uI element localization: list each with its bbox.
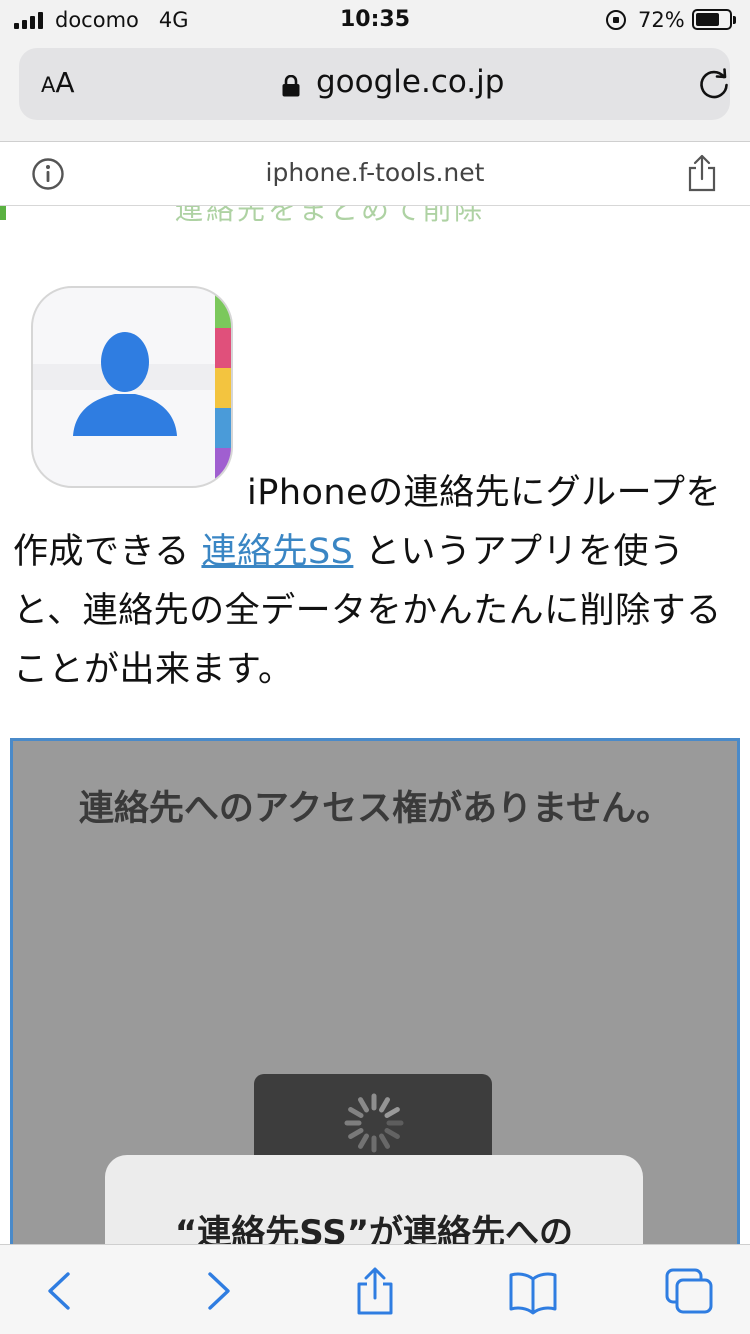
spinner-spoke [348,1107,364,1118]
share-icon[interactable] [350,1267,400,1315]
site-host[interactable]: iphone.f-tools.net [0,158,750,187]
spinner-spoke [379,1097,390,1113]
spinner-icon [344,1093,404,1153]
bookmarks-icon[interactable] [508,1267,558,1315]
article-paragraph: iPhoneの連絡先にグループを作成できる 連絡先SS というアプリを使うと、連… [13,473,722,690]
lock-icon [282,75,300,97]
battery-fill [696,13,719,26]
contacts-app-icon [31,286,233,488]
access-message: 連絡先へのアクセス権がありません。 [78,789,672,829]
status-bar: docomo 4G 10:35 72% [0,0,750,40]
spinner-spoke [348,1128,364,1139]
site-info-bar: iphone.f-tools.net [0,143,750,206]
share-icon[interactable] [686,153,718,193]
address-field[interactable]: AA google.co.jp [19,48,730,120]
battery-icon [692,9,736,30]
rotation-lock-icon [606,10,626,30]
url-text[interactable]: google.co.jp [316,64,504,100]
reload-icon[interactable] [697,68,731,102]
section-heading: 連絡先をまとめて削除 [175,206,486,226]
embedded-screenshot: 連絡先へのアクセス権がありません。 “連絡先SS”が連絡先への [10,738,740,1244]
battery-percentage: 72% [638,8,685,32]
tabs-icon[interactable] [664,1267,714,1315]
spinner-spoke [384,1128,400,1139]
bottom-toolbar [0,1244,750,1334]
safari-page: docomo 4G 10:35 72% AA google.co.jp ipho… [0,0,750,1334]
spinner-spoke [384,1107,400,1118]
browser-top-bar: AA google.co.jp [0,40,750,142]
permission-dialog: “連絡先SS”が連絡先への [105,1155,643,1244]
back-icon[interactable] [36,1267,86,1315]
spinner-spoke [379,1133,390,1149]
forward-icon[interactable] [192,1267,242,1315]
spinner-spoke [358,1097,369,1113]
dialog-title: “連絡先SS”が連絡先への [174,1213,574,1244]
web-content: 連絡先をまとめて削除 iPhoneの連絡先にグループを作成できる 連絡先SS と… [0,206,750,1244]
spinner-spoke [358,1133,369,1149]
app-link[interactable]: 連絡先SS [201,532,353,572]
heading-marker [0,206,6,220]
reader-options-button[interactable]: AA [41,66,75,99]
